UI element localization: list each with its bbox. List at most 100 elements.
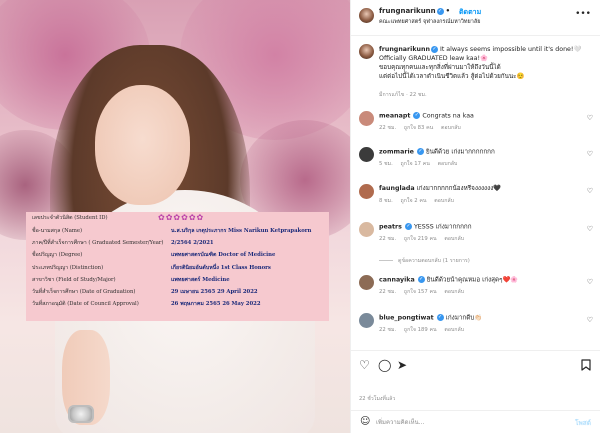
post-button[interactable]: โพสต์ (575, 418, 591, 428)
heart-icon[interactable]: ♡ (587, 278, 593, 286)
follow-button[interactable]: ติดตาม (459, 7, 481, 18)
cert-value: น.ส.นริกุล เกตุประภากร Miss Narikun Ketp… (171, 228, 312, 234)
smiley-icon[interactable]: ☺ (360, 417, 370, 427)
comment-likes[interactable]: ถูกใจ 83 คน (404, 125, 433, 131)
comment-username[interactable]: cannayika (379, 277, 415, 284)
wristwatch (68, 405, 94, 423)
comment-body: เก่งมากกกกกน้องหรีจงงงงงง🖤 (416, 185, 502, 192)
replies-line (379, 260, 393, 261)
comment-text: blue_pongtiwat ✓ เก่งมากดีบ👏🏻 (379, 314, 579, 323)
cert-label: วันที่สภาอนุมัติ (Date of Council Approv… (32, 301, 139, 307)
comment-username[interactable]: meanapt (379, 113, 410, 120)
heart-icon[interactable]: ♡ (587, 316, 593, 324)
username-link[interactable]: frungnarikunn (379, 7, 436, 15)
avatar[interactable] (359, 8, 374, 23)
cert-label: เลขประจำตัวนิสิต (Student ID) (32, 215, 108, 221)
caption-line: It always seems impossible until it's do… (439, 46, 582, 53)
more-horizontal-icon[interactable]: ••• (575, 9, 591, 19)
comment-meta: 22 ชม. ถูกใจ 83 คน ตอบกลับ (379, 124, 467, 132)
bookmark-icon[interactable] (581, 359, 591, 373)
avatar[interactable] (359, 222, 374, 237)
reply-button[interactable]: ตอบกลับ (444, 327, 464, 333)
avatar[interactable] (359, 184, 374, 199)
comment-username[interactable]: blue_pongtiwat (379, 315, 434, 322)
cert-label: สาขาวิชา (Field of Study/Major) (32, 277, 116, 283)
comment-text: faunglada เก่งมากกกกกน้องหรีจงงงงงง🖤 (379, 185, 579, 193)
comment-likes[interactable]: ถูกใจ 189 คน (404, 327, 437, 333)
comment-meta: 22 ชม. ถูกใจ 157 คน ตอบกลับ (379, 288, 470, 296)
comment-meta: 22 ชม. ถูกใจ 189 คน ตอบกลับ (379, 326, 470, 334)
comment-icon[interactable]: ◯ (378, 359, 391, 371)
comment-username[interactable]: peatrs (379, 224, 402, 231)
comment-body: ยินดีด้วยน้าคุณหมอ เก่งสุดๆ❤️🌸 (426, 276, 519, 284)
comment-meta: 8 ชม. ถูกใจ 2 คน ตอบกลับ (379, 197, 460, 205)
comment-time[interactable]: 8 ชม. (379, 198, 393, 204)
subject-face (95, 85, 190, 205)
post-actions: ♡ ◯ ➤ (351, 350, 600, 380)
reply-button[interactable]: ตอบกลับ (444, 236, 464, 242)
view-replies-toggle[interactable]: ดูข้อความตอบกลับ (1 รายการ) (379, 257, 470, 265)
separator-dot: • (445, 7, 451, 15)
heart-icon[interactable]: ♡ (587, 150, 593, 158)
reply-button[interactable]: ตอบกลับ (438, 161, 458, 167)
comment-body: Congrats na kaa (422, 112, 474, 120)
verified-badge-icon: ✓ (436, 7, 444, 15)
comment-text: peatrs ✓ YESSS เก่งมากกกกก (379, 223, 579, 232)
verified-badge-icon: ✓ (430, 45, 438, 53)
post-photo[interactable]: ✿✿✿✿✿✿ เลขประจำตัวนิสิต (Student ID) ชื่… (0, 0, 350, 433)
comment-time[interactable]: 22 ชม. (379, 236, 396, 242)
comment-item: meanapt ✓ Congrats na kaa 22 ชม. ถูกใจ 8… (359, 111, 597, 141)
heart-icon[interactable]: ♡ (359, 359, 370, 371)
heart-icon[interactable]: ♡ (587, 225, 593, 233)
comment-time[interactable]: 22 ชม. (379, 289, 396, 295)
comment-meta: 5 ชม. ถูกใจ 17 คน ตอบกลับ (379, 160, 463, 168)
comment-username[interactable]: faunglada (379, 185, 415, 192)
verified-badge-icon: ✓ (436, 314, 444, 321)
comment-composer: ☺ โพสต์ (351, 410, 600, 433)
heart-icon[interactable]: ♡ (587, 187, 593, 195)
comment-item: blue_pongtiwat ✓ เก่งมากดีบ👏🏻 22 ชม. ถูก… (359, 313, 597, 343)
verified-badge-icon: ✓ (416, 148, 424, 155)
avatar[interactable] (359, 111, 374, 126)
comment-time[interactable]: 5 ชม. (379, 161, 393, 167)
avatar[interactable] (359, 275, 374, 290)
comment-likes[interactable]: ถูกใจ 17 คน (401, 161, 430, 167)
post-header: frungnarikunn ✓ • ติดตาม คณะแพทยศาสตร์ จุฬ… (351, 0, 600, 36)
comment-likes[interactable]: ถูกใจ 2 คน (401, 198, 427, 204)
replies-label: ดูข้อความตอบกลับ (1 รายการ) (398, 258, 470, 264)
comment-text: meanapt ✓ Congrats na kaa (379, 112, 579, 121)
cert-label: ประเภทปริญญา (Distinction) (32, 265, 104, 271)
verified-badge-icon: ✓ (413, 112, 421, 119)
comment-input[interactable] (376, 416, 556, 429)
cert-label: ชื่อ-นามสกุล (Name) (32, 228, 83, 234)
bookmark-svg (581, 359, 591, 371)
caption-username[interactable]: frungnarikunn (379, 46, 430, 53)
cert-value: แพทยศาสตร์ Medicine (171, 277, 230, 283)
caption-meta: มีการแก้ไข · 22 ชม. (379, 92, 427, 98)
location-link[interactable]: คณะแพทยศาสตร์ จุฬาลงกรณ์มหาวิทยาลัย (379, 18, 480, 26)
header-user-line: frungnarikunn ✓ • (379, 7, 452, 15)
reply-button[interactable]: ตอบกลับ (434, 198, 454, 204)
comment-item: faunglada เก่งมากกกกกน้องหรีจงงงงงง🖤 8 ช… (359, 184, 597, 214)
comment-likes[interactable]: ถูกใจ 157 คน (404, 289, 437, 295)
verified-badge-icon: ✓ (417, 276, 425, 283)
avatar[interactable] (359, 44, 374, 59)
reply-button[interactable]: ตอบกลับ (441, 125, 461, 131)
comment-text: zommarie ✓ ยินดีด้วย เก่งมากกกกกกก (379, 148, 579, 157)
comment-body: YESSS เก่งมากกกกก (413, 223, 472, 231)
comment-likes[interactable]: ถูกใจ 219 คน (404, 236, 437, 242)
comment-body: เก่งมากดีบ👏🏻 (445, 314, 483, 322)
avatar[interactable] (359, 313, 374, 328)
comment-time[interactable]: 22 ชม. (379, 327, 396, 333)
cert-value: แพทยศาสตรบัณฑิต Doctor of Medicine (171, 252, 276, 258)
comment-time[interactable]: 22 ชม. (379, 125, 396, 131)
comment-item: zommarie ✓ ยินดีด้วย เก่งมากกกกกกก 5 ชม.… (359, 147, 597, 177)
post-timestamp[interactable]: 22 ชั่วโมงที่แล้ว (359, 395, 395, 403)
flower-decoration: ✿✿✿✿✿✿ (158, 213, 205, 222)
send-icon[interactable]: ➤ (397, 359, 407, 371)
cert-value: 2/2564 2/2021 (171, 240, 214, 246)
heart-icon[interactable]: ♡ (587, 114, 593, 122)
avatar[interactable] (359, 147, 374, 162)
comment-username[interactable]: zommarie (379, 149, 414, 156)
reply-button[interactable]: ตอบกลับ (444, 289, 464, 295)
